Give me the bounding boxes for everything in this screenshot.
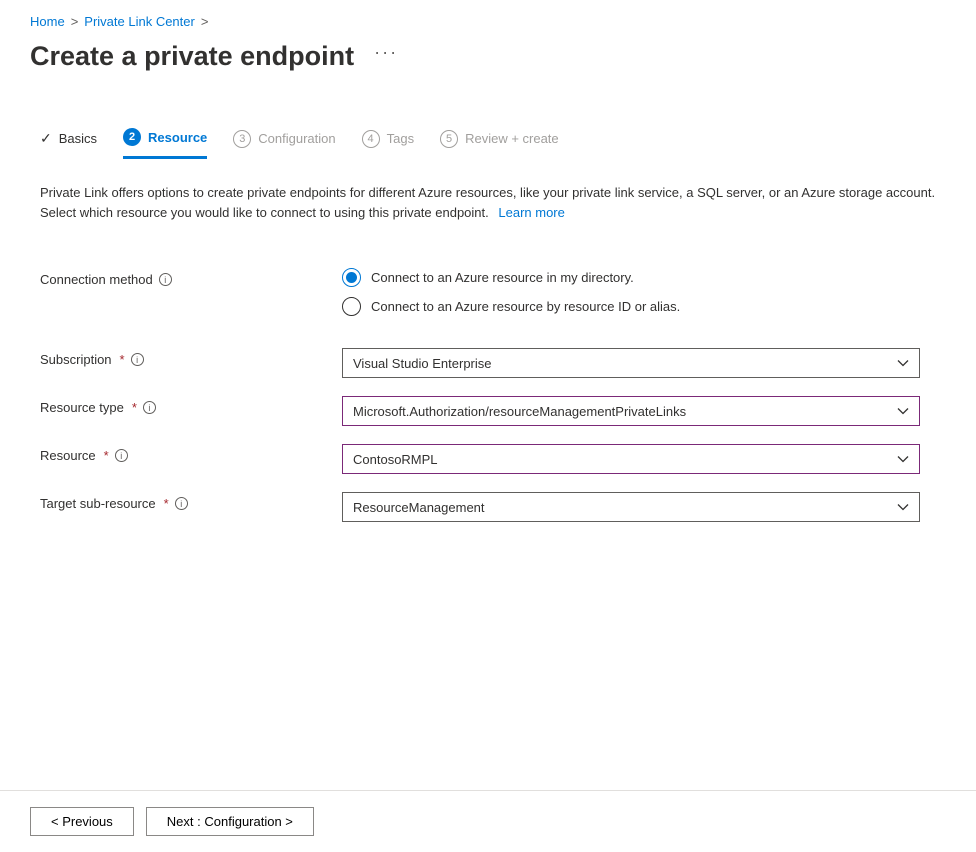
- info-icon[interactable]: i: [115, 449, 128, 462]
- label-col: Resource type * i: [40, 396, 342, 415]
- required-asterisk: *: [104, 448, 109, 463]
- subscription-select[interactable]: Visual Studio Enterprise: [342, 348, 920, 378]
- tab-label: Review + create: [465, 131, 559, 146]
- label-col: Connection method i: [40, 268, 342, 287]
- breadcrumb-sep: >: [201, 14, 209, 29]
- required-asterisk: *: [164, 496, 169, 511]
- next-configuration-button[interactable]: Next : Configuration >: [146, 807, 314, 836]
- tabs: ✓ Basics 2 Resource 3 Configuration 4 Ta…: [0, 72, 976, 159]
- resource-select[interactable]: ContosoRMPL: [342, 444, 920, 474]
- step-number-icon: 2: [123, 128, 141, 146]
- previous-button[interactable]: < Previous: [30, 807, 134, 836]
- chevron-down-icon: [897, 405, 909, 417]
- check-icon: ✓: [40, 130, 52, 147]
- label-col: Target sub-resource * i: [40, 492, 342, 511]
- select-value: Microsoft.Authorization/resourceManageme…: [353, 404, 686, 419]
- required-asterisk: *: [132, 400, 137, 415]
- description-text: Private Link offers options to create pr…: [0, 159, 976, 222]
- learn-more-link[interactable]: Learn more: [498, 205, 564, 220]
- required-asterisk: *: [120, 352, 125, 367]
- radio-connect-resource-id[interactable]: Connect to an Azure resource by resource…: [342, 297, 920, 316]
- row-subscription: Subscription * i Visual Studio Enterpris…: [40, 348, 936, 378]
- chevron-down-icon: [897, 501, 909, 513]
- step-number-icon: 3: [233, 130, 251, 148]
- info-icon[interactable]: i: [159, 273, 172, 286]
- info-icon[interactable]: i: [131, 353, 144, 366]
- breadcrumb: Home > Private Link Center >: [0, 0, 976, 37]
- breadcrumb-private-link-center[interactable]: Private Link Center: [84, 14, 195, 29]
- tab-resource[interactable]: 2 Resource: [123, 128, 207, 159]
- field-col: ContosoRMPL: [342, 444, 920, 474]
- footer: < Previous Next : Configuration >: [0, 790, 976, 852]
- label-target-sub-resource: Target sub-resource: [40, 496, 156, 511]
- radio-connect-directory[interactable]: Connect to an Azure resource in my direc…: [342, 268, 920, 287]
- label-subscription: Subscription: [40, 352, 112, 367]
- target-sub-resource-select[interactable]: ResourceManagement: [342, 492, 920, 522]
- breadcrumb-sep: >: [71, 14, 79, 29]
- description-content: Private Link offers options to create pr…: [40, 185, 935, 220]
- page-title-row: Create a private endpoint ···: [0, 37, 976, 72]
- row-resource-type: Resource type * i Microsoft.Authorizatio…: [40, 396, 936, 426]
- label-resource: Resource: [40, 448, 96, 463]
- label-col: Subscription * i: [40, 348, 342, 367]
- radio-label: Connect to an Azure resource in my direc…: [371, 270, 634, 285]
- tab-label: Tags: [387, 131, 414, 146]
- tab-label: Resource: [148, 130, 207, 145]
- label-connection-method: Connection method: [40, 272, 153, 287]
- breadcrumb-home[interactable]: Home: [30, 14, 65, 29]
- radio-label: Connect to an Azure resource by resource…: [371, 299, 680, 314]
- tab-basics[interactable]: ✓ Basics: [40, 130, 97, 157]
- page-title: Create a private endpoint: [30, 41, 354, 72]
- radio-icon: [342, 297, 361, 316]
- row-resource: Resource * i ContosoRMPL: [40, 444, 936, 474]
- step-number-icon: 4: [362, 130, 380, 148]
- step-number-icon: 5: [440, 130, 458, 148]
- field-col: ResourceManagement: [342, 492, 920, 522]
- label-resource-type: Resource type: [40, 400, 124, 415]
- more-icon[interactable]: ···: [374, 42, 398, 63]
- label-col: Resource * i: [40, 444, 342, 463]
- select-value: ContosoRMPL: [353, 452, 438, 467]
- tab-label: Basics: [59, 131, 97, 146]
- tab-configuration[interactable]: 3 Configuration: [233, 130, 335, 158]
- info-icon[interactable]: i: [175, 497, 188, 510]
- radio-icon: [342, 268, 361, 287]
- tab-review-create[interactable]: 5 Review + create: [440, 130, 559, 158]
- resource-type-select[interactable]: Microsoft.Authorization/resourceManageme…: [342, 396, 920, 426]
- row-connection-method: Connection method i Connect to an Azure …: [40, 268, 936, 326]
- chevron-down-icon: [897, 357, 909, 369]
- select-value: Visual Studio Enterprise: [353, 356, 492, 371]
- field-col: Microsoft.Authorization/resourceManageme…: [342, 396, 920, 426]
- select-value: ResourceManagement: [353, 500, 485, 515]
- form: Connection method i Connect to an Azure …: [0, 222, 976, 522]
- info-icon[interactable]: i: [143, 401, 156, 414]
- row-target-sub-resource: Target sub-resource * i ResourceManageme…: [40, 492, 936, 522]
- field-col: Visual Studio Enterprise: [342, 348, 920, 378]
- chevron-down-icon: [897, 453, 909, 465]
- field-col: Connect to an Azure resource in my direc…: [342, 268, 920, 326]
- tab-label: Configuration: [258, 131, 335, 146]
- tab-tags[interactable]: 4 Tags: [362, 130, 414, 158]
